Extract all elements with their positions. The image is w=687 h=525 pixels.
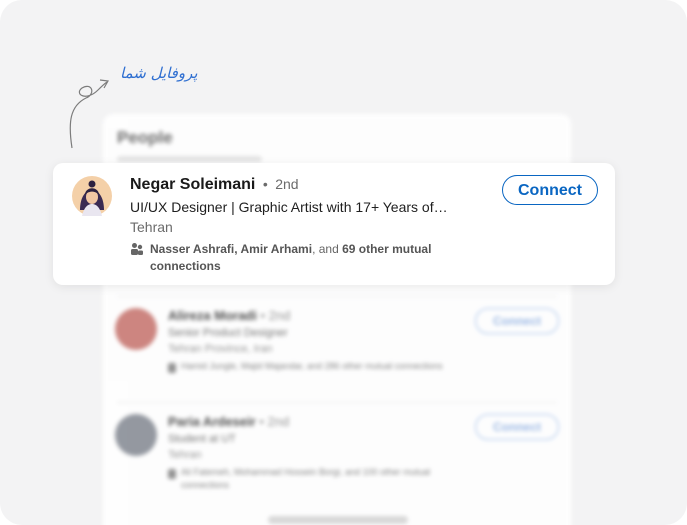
profile-name[interactable]: Negar Soleimani [130,176,255,193]
profile-headline: UI/UX Designer | Graphic Artist with 17+… [130,199,448,215]
mutual-connections-icon [168,363,176,373]
people-row[interactable]: Alireza Moradi • 2nd Senior Product Desi… [103,296,571,408]
profile-name-line: Negar Soleimani • 2nd [130,176,299,194]
profile-card: Negar Soleimani • 2nd UI/UX Designer | G… [53,163,615,285]
people-row-location: Tehran [168,449,202,461]
people-row[interactable]: Paria Ardeseir • 2nd Student at UT Tehra… [103,402,571,514]
mutual-connections-text[interactable]: Nasser Ashrafi, Amir Arhami, and 69 othe… [150,241,470,275]
connect-button[interactable]: Connect [475,414,559,440]
people-row-headline: Student at UT [168,433,236,445]
annotation-label: پروفایل شما [120,64,198,82]
people-row-mutual[interactable]: Ali Fatemeh, Mohammad Hossein Borgi, and… [181,466,471,492]
connection-degree: 2nd [275,176,299,192]
people-row-name[interactable]: Alireza Moradi • 2nd [168,308,290,323]
connect-button[interactable]: Connect [502,175,598,205]
mutual-connections-icon [131,243,143,255]
show-all-results-link[interactable] [268,516,408,524]
row-divider [117,296,557,297]
people-row-mutual[interactable]: Hamid Jungle, Majid Majandar, and 286 ot… [181,360,471,373]
people-row-location: Tehran Province, Iran [168,343,273,355]
people-row-name[interactable]: Paria Ardeseir • 2nd [168,414,289,429]
avatar[interactable] [72,176,112,216]
people-row-headline: Senior Product Designer [168,327,288,339]
canvas: پروفایل شما People Alireza Moradi • 2nd … [0,0,687,525]
people-title: People [117,128,173,147]
profile-location: Tehran [130,219,173,235]
degree-separator: • [262,176,268,192]
people-subtitle-placeholder [117,156,262,162]
mutual-connections-icon [168,469,176,479]
row-divider [117,402,557,403]
connect-button[interactable]: Connect [475,308,559,334]
avatar[interactable] [115,308,157,350]
avatar[interactable] [115,414,157,456]
